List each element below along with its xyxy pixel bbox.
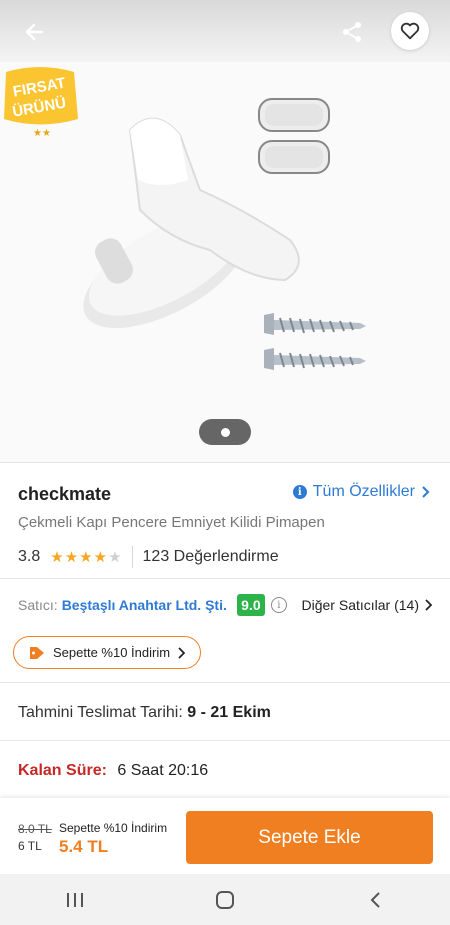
time-left: Kalan Süre: 6 Saat 20:16	[18, 762, 208, 780]
chevron-right-icon	[422, 486, 430, 498]
star-icon: ★	[50, 548, 64, 566]
product-gallery[interactable]: FIRSAT ÜRÜNÜ ★★	[0, 0, 450, 462]
info-icon: i	[292, 485, 307, 499]
heart-outline-icon	[400, 22, 420, 40]
divider	[0, 682, 450, 683]
gallery-pagination	[199, 419, 251, 445]
star-icon: ★	[79, 548, 93, 566]
star-icon: ★	[64, 548, 79, 566]
other-sellers-link[interactable]: Diğer Satıcılar (14)	[302, 597, 432, 613]
arrow-left-icon	[25, 23, 44, 41]
time-left-value: 6 Saat 20:16	[117, 762, 209, 779]
info-icon[interactable]: i	[270, 597, 287, 613]
seller-name-link[interactable]: Beştaşlı Anahtar Ltd. Şti.	[62, 597, 227, 613]
favorite-button[interactable]	[391, 12, 429, 50]
delivery-estimate: Tahmini Teslimat Tarihi: 9 - 21 Ekim	[18, 704, 271, 722]
all-specs-link[interactable]: i Tüm Özellikler	[292, 483, 430, 501]
chevron-right-icon	[178, 646, 186, 659]
divider	[131, 546, 133, 568]
old-price: 8.0 TL	[18, 822, 52, 836]
recent-apps-button[interactable]	[60, 885, 90, 915]
cart-discount-button[interactable]: Sepette %10 İndirim	[13, 636, 201, 669]
chevron-left-icon	[370, 891, 380, 908]
gallery-top-gradient	[0, 0, 450, 62]
delivery-value: 9 - 21 Ekim	[187, 704, 271, 721]
chevron-right-icon	[425, 599, 432, 611]
share-icon	[343, 22, 361, 42]
home-button[interactable]	[210, 885, 240, 915]
svg-text:★★: ★★	[33, 128, 51, 139]
share-button[interactable]	[334, 14, 370, 50]
star-icon: ★	[93, 548, 108, 566]
seller-row: Satıcı: Beştaşlı Anahtar Ltd. Şti. 9.0 i…	[18, 594, 432, 616]
divider	[0, 740, 450, 741]
seller-label: Satıcı:	[18, 597, 58, 613]
delivery-label: Tahmini Teslimat Tarihi:	[18, 704, 183, 721]
review-count[interactable]: 123 Değerlendirme	[143, 548, 279, 566]
rating-value: 3.8	[18, 548, 41, 565]
product-image	[83, 98, 366, 370]
home-icon	[216, 890, 234, 909]
star-empty-icon: ★	[108, 548, 122, 566]
gallery-dot-active	[220, 427, 230, 437]
brand-name[interactable]: checkmate	[18, 484, 111, 505]
recent-apps-icon	[67, 892, 83, 907]
seller-score-badge: 9.0	[236, 594, 265, 616]
time-left-label: Kalan Süre:	[18, 762, 107, 779]
divider	[0, 462, 450, 463]
back-button[interactable]	[16, 14, 52, 50]
tag-icon	[30, 646, 44, 659]
system-back-button[interactable]	[360, 885, 390, 915]
add-to-cart-button[interactable]: Sepete Ekle	[186, 811, 433, 864]
opportunity-product-badge: FIRSAT ÜRÜNÜ ★★	[4, 67, 78, 139]
system-nav-bar	[0, 874, 450, 925]
all-specs-label: Tüm Özellikler	[312, 483, 415, 500]
price-block: 8.0 TL 6 TL	[18, 822, 52, 853]
rating-row[interactable]: 3.8 ★ ★ ★ ★ ★ 123 Değerlendirme	[18, 546, 279, 568]
cart-discount-label: Sepette %10 İndirim	[53, 645, 171, 660]
cart-promo-label: Sepette %10 İndirim	[59, 821, 168, 835]
current-price: 6 TL	[18, 839, 42, 853]
other-sellers-label: Diğer Satıcılar (14)	[301, 597, 419, 613]
cart-promo-price: 5.4 TL	[59, 837, 109, 856]
rating-stars: ★ ★ ★ ★ ★	[50, 548, 121, 566]
divider	[0, 578, 450, 579]
product-title: Çekmeli Kapı Pencere Emniyet Kilidi Pima…	[18, 514, 325, 531]
